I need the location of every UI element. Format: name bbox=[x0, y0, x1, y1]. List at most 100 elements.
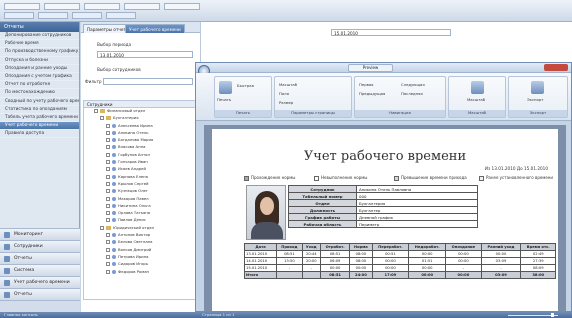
sidebar-item[interactable]: Опоздания с учетом графика bbox=[0, 73, 79, 82]
tree-node[interactable]: Макаров Павел bbox=[84, 196, 197, 203]
table-cell: 00:00 bbox=[349, 264, 373, 272]
tree-node[interactable]: Кузнецов Олег bbox=[84, 188, 197, 195]
checkbox-icon[interactable] bbox=[106, 211, 110, 216]
checkbox-icon[interactable] bbox=[106, 254, 110, 259]
size-button[interactable]: Размер bbox=[279, 100, 293, 105]
sidebar-item[interactable]: Статистика по опозданиям bbox=[0, 106, 79, 114]
first-page-button[interactable]: Первая bbox=[359, 82, 373, 87]
period-label: Выбор периода bbox=[97, 42, 132, 47]
checkbox-icon[interactable] bbox=[106, 240, 110, 245]
sidebar-item[interactable]: Отчет по отработке bbox=[0, 81, 79, 90]
toolbar-tab[interactable] bbox=[38, 12, 68, 19]
tab-time-tracking[interactable]: Учет рабочего времени bbox=[125, 24, 185, 33]
date-from-field[interactable]: 13.01.2010 bbox=[97, 51, 193, 58]
checkbox-icon[interactable] bbox=[106, 269, 110, 274]
filter-input[interactable] bbox=[103, 78, 193, 85]
tree-node[interactable]: Алексеева Ирина bbox=[84, 123, 197, 130]
zoom-slider[interactable] bbox=[488, 313, 568, 317]
checkbox-icon[interactable] bbox=[94, 109, 98, 113]
tree-node[interactable]: Карпова Елена bbox=[84, 174, 197, 181]
checkbox-icon[interactable] bbox=[106, 247, 110, 252]
zoom-button[interactable]: Масштаб bbox=[467, 97, 485, 102]
checkbox-icon[interactable] bbox=[106, 262, 110, 267]
toolbar-tab[interactable] bbox=[4, 12, 34, 19]
checkbox-icon[interactable] bbox=[106, 233, 110, 238]
sidebar-item[interactable]: Табель учета рабочего времени bbox=[0, 114, 79, 123]
checkbox-icon[interactable] bbox=[106, 138, 110, 143]
checkbox-icon[interactable] bbox=[100, 116, 104, 121]
toolbar-button[interactable] bbox=[164, 3, 200, 10]
zoom-slider-knob[interactable] bbox=[550, 313, 554, 317]
tree-node[interactable]: Горбунов Антон bbox=[84, 152, 197, 159]
export-icon[interactable] bbox=[531, 81, 544, 94]
sidebar-item[interactable]: Рабочие время bbox=[0, 40, 79, 49]
close-icon[interactable] bbox=[544, 64, 568, 71]
sidebar-item[interactable]: По производственному графику bbox=[0, 48, 79, 57]
sidebar-item[interactable]: Учет рабочего времени bbox=[0, 122, 79, 131]
tree-node[interactable]: Аникина Отель bbox=[84, 130, 197, 137]
sidebar-nav-button[interactable]: Отчеты bbox=[0, 252, 80, 264]
margins-button[interactable]: Масштаб bbox=[279, 82, 297, 87]
toolbar-button[interactable] bbox=[44, 3, 80, 10]
tree-node[interactable]: Петрова Ирина bbox=[84, 254, 197, 261]
sidebar-item[interactable]: Опоздания и ранние уходы bbox=[0, 65, 79, 73]
sidebar-item[interactable]: Отпуска и болезни bbox=[0, 57, 79, 65]
magnifier-icon[interactable] bbox=[471, 81, 484, 94]
sidebar-nav-button[interactable]: Учет рабочего времени bbox=[0, 276, 80, 288]
sidebar-item[interactable]: По местонахождению bbox=[0, 89, 79, 98]
sidebar-nav-button[interactable]: Мониторинг bbox=[0, 228, 80, 240]
toolbar-tab[interactable] bbox=[106, 12, 136, 19]
sidebar-item[interactable]: Депонирование сотрудников bbox=[0, 32, 79, 41]
tree-node[interactable]: Богданова Мария bbox=[84, 137, 197, 144]
checkbox-icon[interactable] bbox=[106, 203, 110, 208]
checkbox-icon[interactable] bbox=[106, 181, 110, 186]
checkbox-icon[interactable] bbox=[106, 167, 110, 172]
tree-node[interactable]: Власова Анна bbox=[84, 144, 197, 151]
tree-node[interactable]: Сидоров Игорь bbox=[84, 261, 197, 268]
sidebar-item[interactable]: Сводный по учету рабочего времени bbox=[0, 98, 79, 106]
tree-node[interactable]: Юридический отдел bbox=[84, 225, 197, 232]
tree-node[interactable]: Белова Светлана bbox=[84, 239, 197, 246]
tree-node[interactable]: Никитина Ольга bbox=[84, 203, 197, 210]
checkbox-icon[interactable] bbox=[106, 160, 110, 165]
tree-node[interactable]: Гончаров Иван bbox=[84, 159, 197, 166]
checkbox-icon[interactable] bbox=[100, 225, 104, 230]
sidebar-item[interactable]: Правила доступа bbox=[0, 130, 79, 139]
toolbar-button[interactable] bbox=[4, 3, 40, 10]
checkbox-icon[interactable] bbox=[106, 152, 110, 157]
next-page-button[interactable]: Следующая bbox=[401, 82, 425, 87]
quick-print-button[interactable]: Быстрая bbox=[237, 83, 254, 88]
total-cell: 03:09 bbox=[480, 271, 522, 279]
checkbox-icon[interactable] bbox=[106, 218, 110, 223]
checkbox-icon[interactable] bbox=[106, 174, 110, 179]
tree-node[interactable]: Павлов Денис bbox=[84, 217, 197, 224]
toolbar-button[interactable] bbox=[124, 3, 160, 10]
folder-icon bbox=[106, 225, 111, 230]
sidebar-nav-button[interactable]: Сотрудники bbox=[0, 240, 80, 252]
toolbar-tab[interactable] bbox=[72, 12, 102, 19]
toolbar-button[interactable] bbox=[84, 3, 120, 10]
checkbox-icon[interactable] bbox=[106, 145, 110, 150]
orientation-button[interactable]: Поля bbox=[279, 91, 289, 96]
checkbox-icon[interactable] bbox=[106, 130, 110, 135]
sidebar-nav-button[interactable]: Система bbox=[0, 264, 80, 276]
tree-node[interactable]: Орлова Татьяна bbox=[84, 210, 197, 217]
tree-node[interactable]: Антонов Виктор bbox=[84, 232, 197, 239]
sidebar-nav-button[interactable]: Отчеты bbox=[0, 288, 80, 300]
tree-node[interactable]: Волков Дмитрий bbox=[84, 247, 197, 254]
checkbox-icon[interactable] bbox=[106, 196, 110, 201]
print-button[interactable]: Печать bbox=[217, 97, 231, 102]
tree-node[interactable]: Бухгалтерия bbox=[84, 115, 197, 122]
tree-node[interactable]: Финансовый отдел bbox=[84, 108, 197, 115]
last-page-button[interactable]: Последняя bbox=[401, 91, 423, 96]
date-to-field[interactable]: 15.01.2010 bbox=[331, 29, 451, 36]
print-icon[interactable] bbox=[219, 81, 232, 94]
tree-node[interactable]: Крылов Сергей bbox=[84, 181, 197, 188]
export-button[interactable]: Экспорт bbox=[527, 97, 543, 102]
checkbox-icon[interactable] bbox=[106, 123, 110, 128]
tree-node[interactable]: Федоров Роман bbox=[84, 269, 197, 276]
checkbox-icon[interactable] bbox=[106, 189, 110, 194]
prev-page-button[interactable]: Предыдущая bbox=[359, 91, 385, 96]
preview-page-area[interactable]: Учет рабочего времени Из 13.01.2010 До 1… bbox=[204, 125, 566, 311]
tree-node[interactable]: Исаев Андрей bbox=[84, 166, 197, 173]
